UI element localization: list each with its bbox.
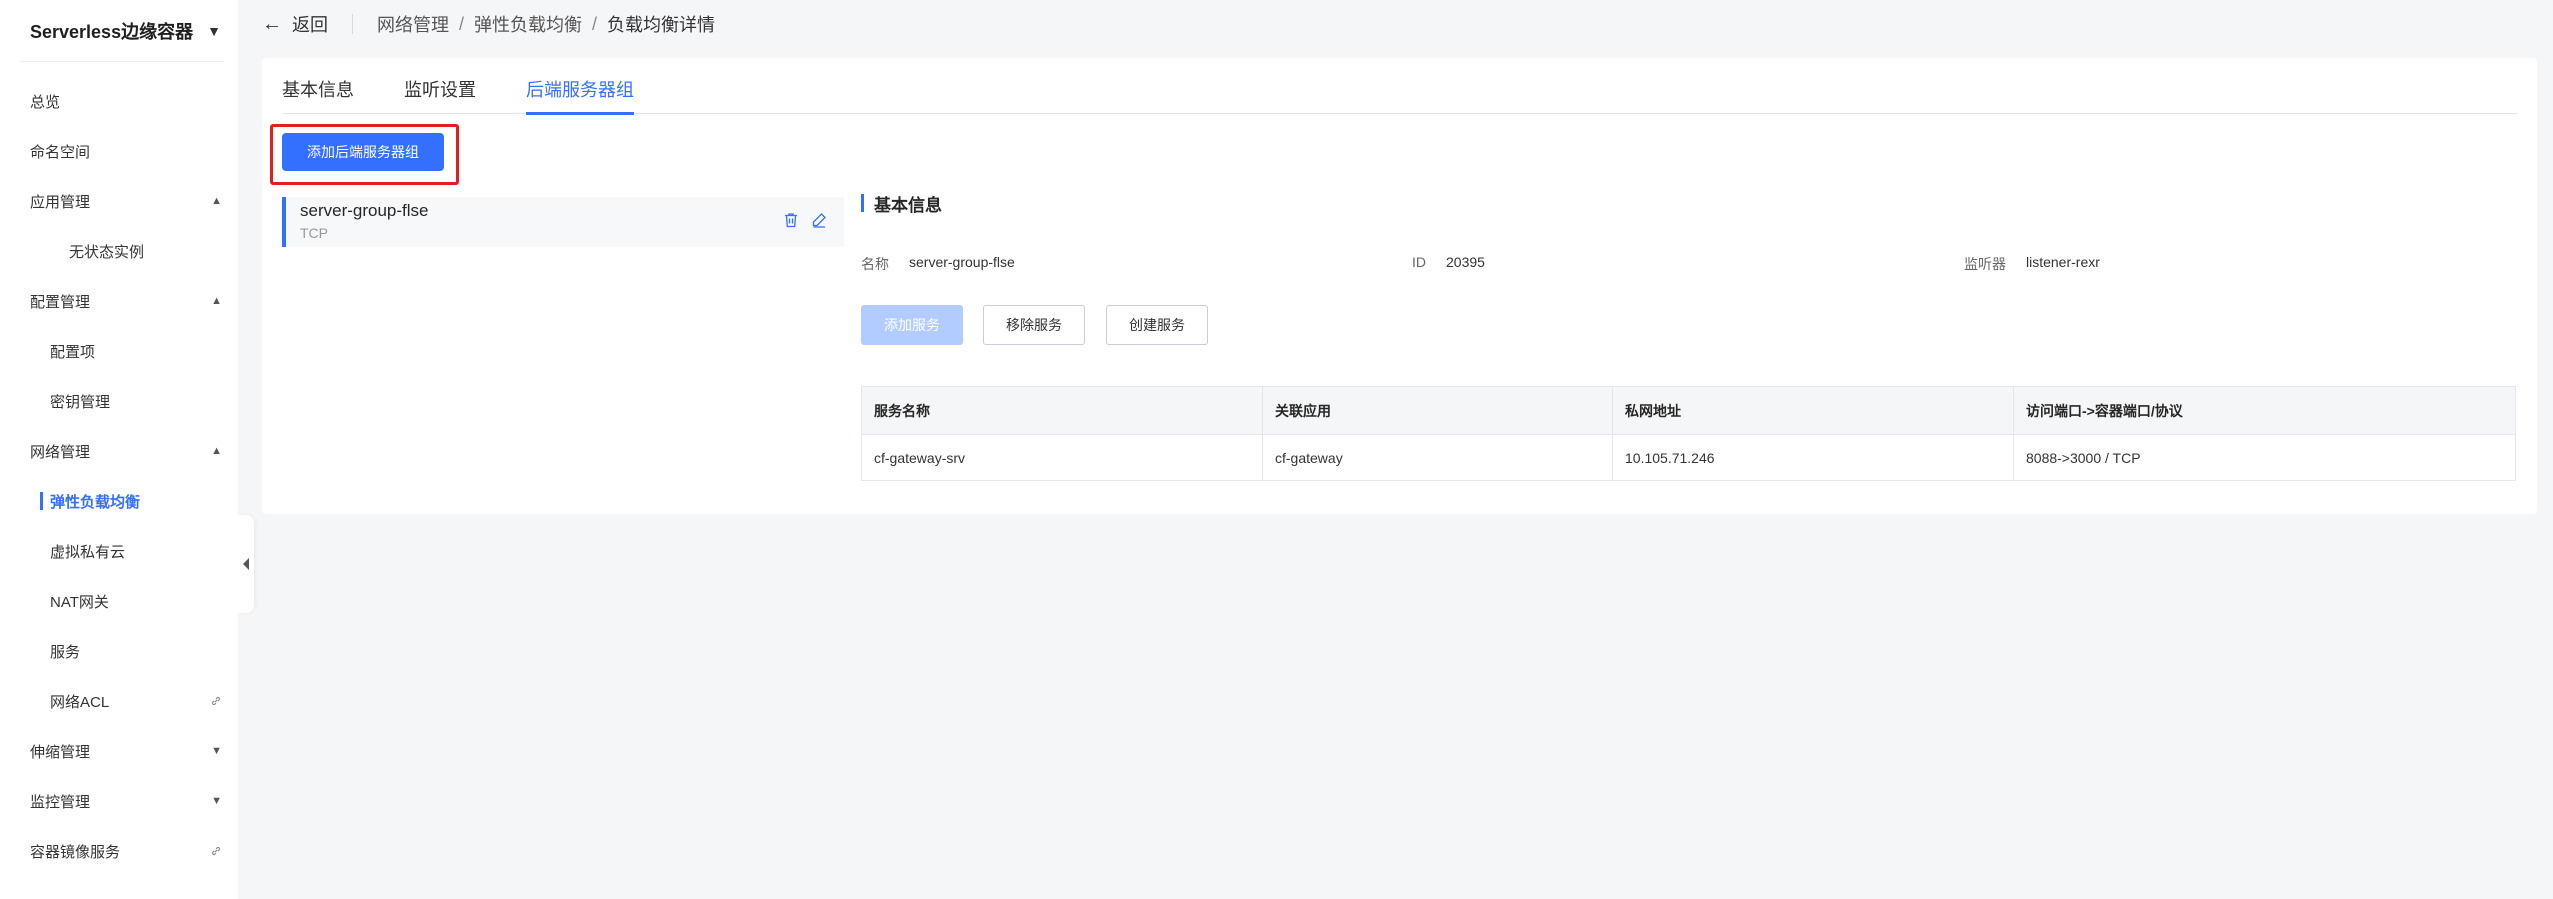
cell-private-address: 10.105.71.246 (1612, 434, 2014, 481)
sidebar-item-label: NAT网关 (50, 593, 109, 611)
sidebar-item-secret-management[interactable]: 密钥管理 (0, 376, 238, 426)
table-header-row: 服务名称 关联应用 私网地址 访问端口->容器端口/协议 (861, 386, 2516, 435)
info-id: ID 20395 (1412, 254, 1485, 270)
tab-listener-settings[interactable]: 监听设置 (404, 76, 476, 114)
sidebar-item-service[interactable]: 服务 (0, 626, 238, 676)
service-table: 服务名称 关联应用 私网地址 访问端口->容器端口/协议 cf-gateway-… (861, 386, 2516, 481)
info-listener-label: 监听器 (1964, 256, 2006, 272)
column-header-service-name: 服务名称 (861, 386, 1263, 435)
sidebar-item-label: 伸缩管理 (30, 743, 91, 761)
back-button[interactable]: ← 返回 (262, 11, 328, 37)
tab-bar: 基本信息 监听设置 后端服务器组 (282, 76, 2517, 115)
remove-service-button[interactable]: 移除服务 (983, 305, 1085, 345)
sidebar-item-label: 密钥管理 (50, 393, 111, 411)
caret-down-icon: ▼ (207, 22, 221, 39)
product-switcher[interactable]: Serverless边缘容器 ▼ (20, 0, 224, 62)
caret-down-icon: ▼ (211, 745, 222, 757)
sidebar-item-config-management[interactable]: 配置管理 ▲ (0, 276, 238, 326)
basic-info-section-title: 基本信息 (861, 193, 942, 215)
table-row: cf-gateway-srv cf-gateway 10.105.71.246 … (861, 434, 2516, 481)
trash-icon[interactable] (782, 211, 800, 229)
sidebar-menu: 总览 命名空间 应用管理 ▲ 无状态实例 配置管理 ▲ 配置项 密钥管理 网络管理 ▲… (0, 62, 238, 876)
sidebar-item-label: 弹性负载均衡 (50, 493, 141, 511)
sidebar-item-label: 配置管理 (30, 293, 91, 311)
section-title-text: 基本信息 (874, 195, 942, 215)
breadcrumb-bar: ← 返回 网络管理 / 弹性负载均衡 / 负载均衡详情 (262, 0, 715, 48)
sidebar-item-monitoring-management[interactable]: 监控管理 ▼ (0, 776, 238, 826)
caret-up-icon: ▲ (211, 195, 222, 207)
cell-associated-app: cf-gateway (1262, 434, 1613, 481)
sidebar-collapse-handle[interactable] (238, 515, 254, 613)
server-group-name: server-group-flse (300, 201, 429, 220)
create-service-button[interactable]: 创建服务 (1106, 305, 1208, 345)
collapse-left-icon (243, 558, 249, 570)
breadcrumb: 网络管理 / 弹性负载均衡 / 负载均衡详情 (377, 11, 715, 37)
back-label: 返回 (292, 15, 328, 35)
external-link-icon (211, 696, 221, 706)
product-title: Serverless边缘容器 (30, 21, 194, 42)
cell-port-protocol: 8088->3000 / TCP (2013, 434, 2516, 481)
caret-up-icon: ▲ (211, 295, 222, 307)
sidebar-item-label: 应用管理 (30, 193, 91, 211)
content-card: 基本信息 监听设置 后端服务器组 添加后端服务器组 server-group-f… (262, 58, 2537, 514)
sidebar-item-config-item[interactable]: 配置项 (0, 326, 238, 376)
sidebar-item-label: 网络ACL (50, 693, 110, 711)
info-name: 名称 server-group-flse (861, 254, 1015, 274)
breadcrumb-network-management[interactable]: 网络管理 (377, 11, 449, 37)
sidebar-item-container-registry[interactable]: 容器镜像服务 (0, 826, 238, 876)
sidebar-item-network-acl[interactable]: 网络ACL (0, 676, 238, 726)
column-header-port-protocol: 访问端口->容器端口/协议 (2013, 386, 2516, 435)
sidebar-item-elastic-load-balancer[interactable]: 弹性负载均衡 (0, 476, 238, 526)
add-backend-server-group-button[interactable]: 添加后端服务器组 (282, 133, 444, 171)
info-listener: 监听器 listener-rexr (1964, 254, 2100, 274)
add-service-button[interactable]: 添加服务 (861, 305, 963, 345)
info-id-label: ID (1412, 254, 1426, 270)
sidebar-item-label: 无状态实例 (69, 243, 145, 261)
server-group-list-item[interactable]: server-group-flse TCP (282, 197, 844, 247)
external-link-icon (211, 846, 221, 856)
sidebar-item-label: 服务 (50, 643, 81, 661)
sidebar-item-vpc[interactable]: 虚拟私有云 (0, 526, 238, 576)
info-name-value: server-group-flse (909, 254, 1015, 270)
breadcrumb-elastic-load-balancer[interactable]: 弹性负载均衡 (474, 11, 582, 37)
sidebar-item-label: 容器镜像服务 (30, 843, 121, 861)
server-group-protocol: TCP (300, 225, 328, 241)
breadcrumb-separator: / (592, 13, 598, 34)
sidebar-item-overview[interactable]: 总览 (0, 76, 238, 126)
sidebar-item-label: 总览 (30, 93, 61, 111)
sidebar-item-label: 监控管理 (30, 793, 91, 811)
column-header-associated-app: 关联应用 (1262, 386, 1613, 435)
sidebar-item-namespace[interactable]: 命名空间 (0, 126, 238, 176)
breadcrumb-separator: / (459, 13, 465, 34)
tab-basic-info[interactable]: 基本信息 (282, 76, 354, 114)
sidebar-item-nat-gateway[interactable]: NAT网关 (0, 576, 238, 626)
divider (352, 14, 353, 34)
tab-backend-server-groups[interactable]: 后端服务器组 (526, 76, 634, 115)
sidebar-item-label: 网络管理 (30, 443, 91, 461)
info-id-value: 20395 (1446, 254, 1485, 270)
sidebar-item-stateless-instance[interactable]: 无状态实例 (0, 226, 238, 276)
caret-up-icon: ▲ (211, 445, 222, 457)
column-header-private-address: 私网地址 (1612, 386, 2014, 435)
edit-icon[interactable] (810, 211, 828, 229)
cell-service-name: cf-gateway-srv (861, 434, 1263, 481)
sidebar-item-scaling-management[interactable]: 伸缩管理 ▼ (0, 726, 238, 776)
selected-indicator (282, 197, 286, 247)
info-name-label: 名称 (861, 256, 889, 272)
sidebar-item-app-management[interactable]: 应用管理 ▲ (0, 176, 238, 226)
sidebar-item-network-management[interactable]: 网络管理 ▲ (0, 426, 238, 476)
caret-down-icon: ▼ (211, 795, 222, 807)
sidebar-item-label: 虚拟私有云 (50, 543, 126, 561)
breadcrumb-current: 负载均衡详情 (607, 15, 716, 35)
sidebar: Serverless边缘容器 ▼ 总览 命名空间 应用管理 ▲ 无状态实例 配置管… (0, 0, 238, 899)
arrow-left-icon: ← (262, 12, 282, 35)
sidebar-item-label: 命名空间 (30, 143, 91, 161)
sidebar-item-label: 配置项 (50, 343, 96, 361)
info-listener-value: listener-rexr (2026, 254, 2100, 270)
